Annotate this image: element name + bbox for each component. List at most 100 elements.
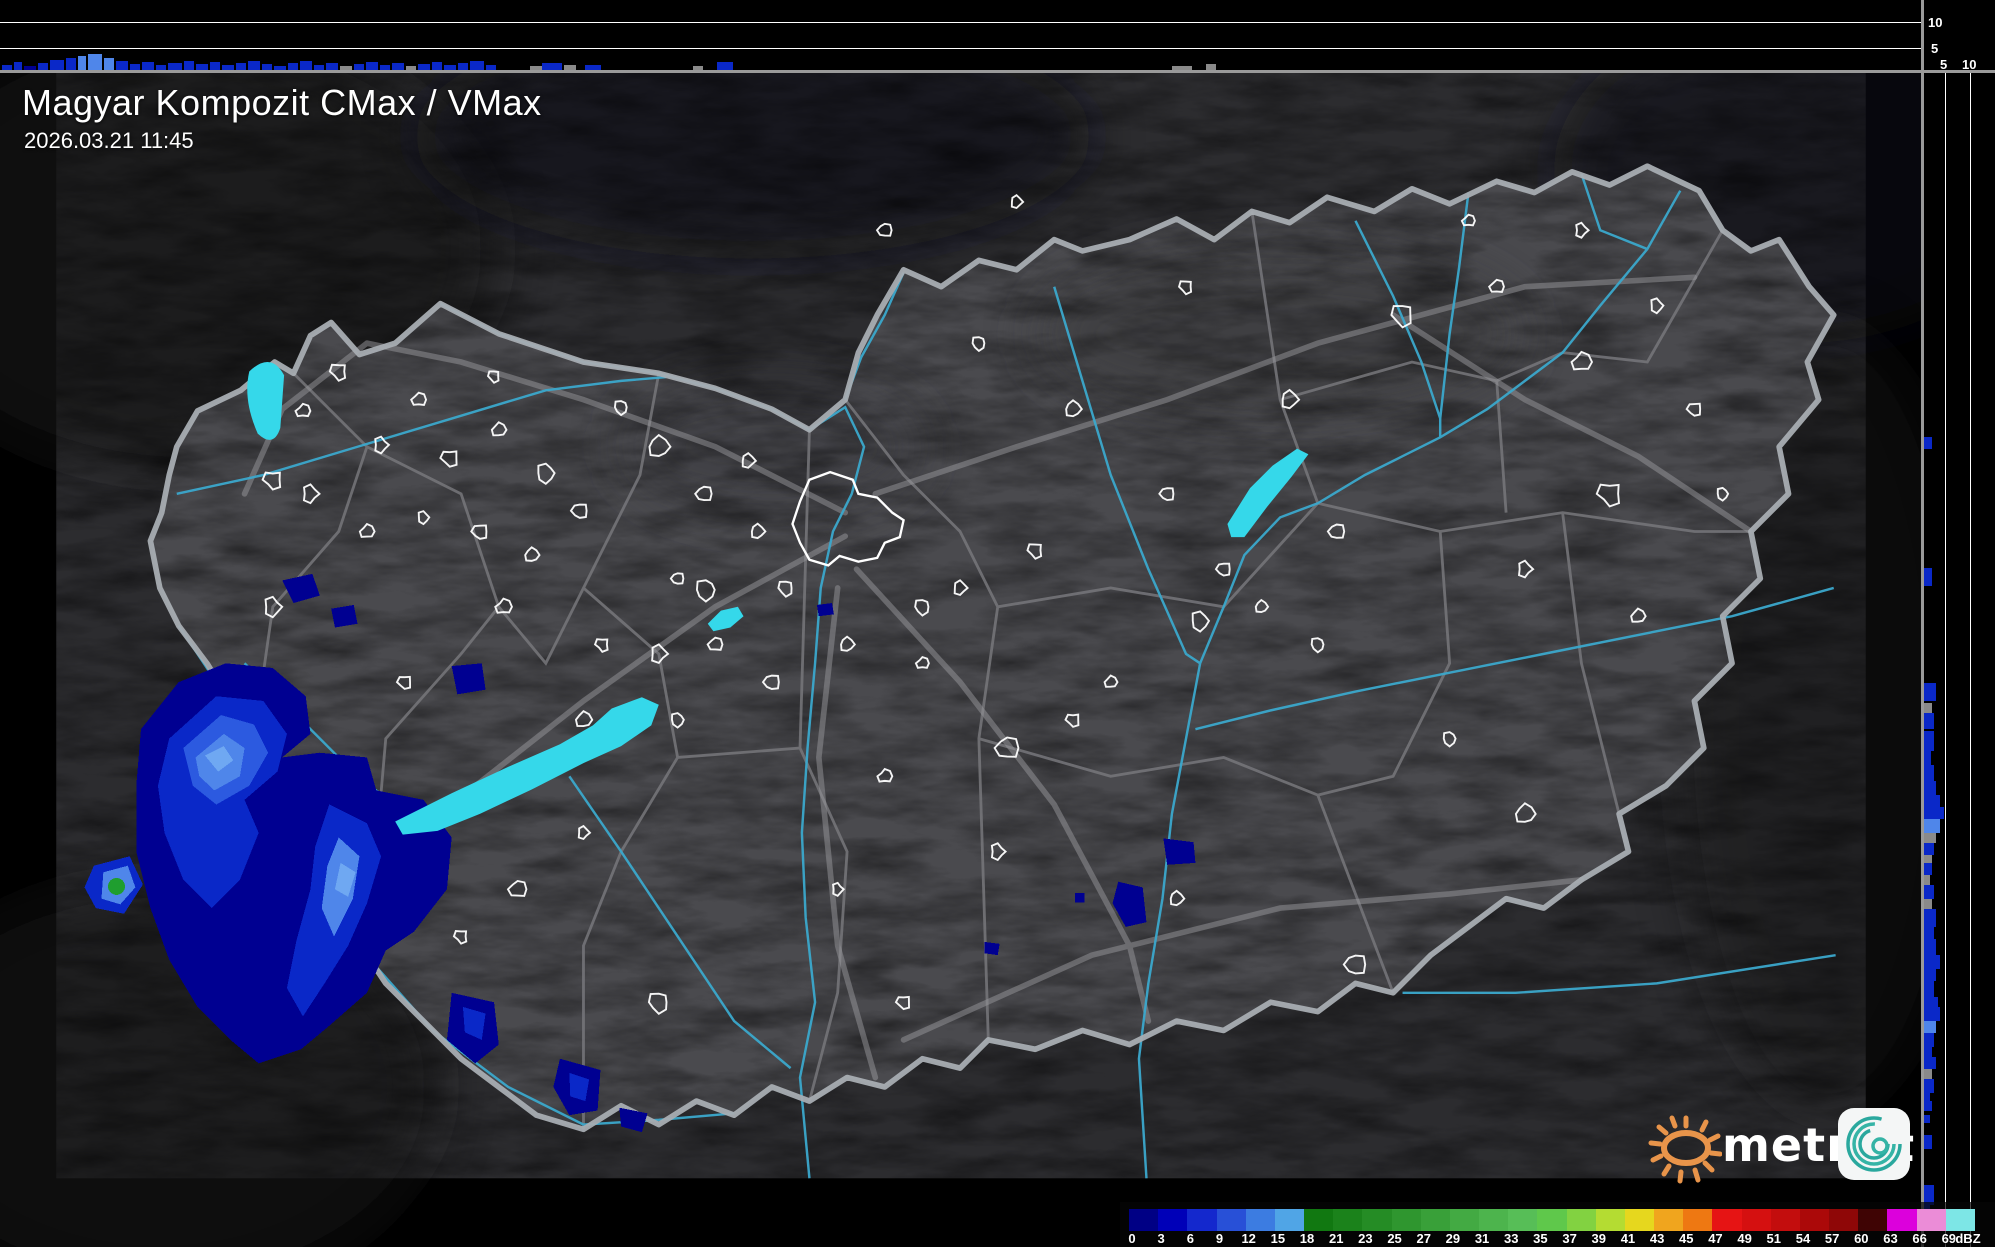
legend-tick-label: 29 xyxy=(1445,1231,1461,1246)
legend-tick-label: 69 xyxy=(1941,1231,1957,1246)
legend-tick-label: 35 xyxy=(1533,1231,1548,1246)
legend-tick-label: 23 xyxy=(1358,1231,1373,1246)
right-strip-bar xyxy=(1924,1135,1932,1149)
legend-tick-label: 49 xyxy=(1737,1231,1752,1246)
top-axis-tick-5: 5 xyxy=(1931,41,1939,56)
strip-baseline-vertical xyxy=(1921,0,1924,1247)
right-strip-bar xyxy=(1924,833,1936,843)
right-strip-bar xyxy=(1924,1093,1930,1101)
legend-block xyxy=(1333,1209,1363,1231)
legend-block xyxy=(1479,1209,1509,1231)
legend-tick-label: 21 xyxy=(1328,1231,1344,1246)
legend-tick-label: 6 xyxy=(1186,1231,1194,1246)
legend-block xyxy=(1916,1209,1946,1231)
legend-tick-label: 27 xyxy=(1416,1231,1431,1246)
top-strip-bar xyxy=(432,62,442,70)
legend-tick-label: 18 xyxy=(1299,1231,1315,1246)
legend-tick-label: 43 xyxy=(1649,1231,1665,1246)
right-strip-bar xyxy=(1924,855,1932,863)
legend-block xyxy=(1304,1209,1334,1231)
top-strip-bar xyxy=(142,62,154,70)
top-strip-bar xyxy=(248,61,260,70)
legend-tick-label: 41 xyxy=(1620,1231,1636,1246)
right-strip-bar xyxy=(1924,807,1944,819)
right-strip-bar xyxy=(1924,795,1940,807)
radar-screenshot: { "header": { "title": "Magyar Kompozit … xyxy=(0,0,1995,1247)
top-strip-bar xyxy=(38,63,48,70)
top-strip-bar xyxy=(300,61,312,70)
echo-nw2 xyxy=(331,604,358,628)
right-strip-bar xyxy=(1924,751,1931,765)
legend-tick-label: 45 xyxy=(1679,1231,1694,1246)
right-gridline-5 xyxy=(1945,73,1946,1247)
top-strip-bar xyxy=(50,60,64,70)
legend-tick-label: 25 xyxy=(1387,1231,1402,1246)
right-strip-bar xyxy=(1924,1021,1936,1033)
top-axis-tick-10: 10 xyxy=(1928,15,1943,30)
top-strip-bar xyxy=(542,63,562,70)
timestamp: 2026.03.21 11:45 xyxy=(24,128,194,153)
right-strip-bar xyxy=(1924,1057,1936,1069)
legend-block xyxy=(1829,1209,1859,1231)
right-strip-bar xyxy=(1924,997,1938,1007)
echo-e4 xyxy=(984,941,1000,956)
top-strip-bar xyxy=(366,62,378,70)
legend-block xyxy=(1741,1209,1771,1231)
legend-block xyxy=(1770,1209,1800,1231)
legend-tick-label: 9 xyxy=(1215,1231,1224,1246)
strip-baseline-horizontal xyxy=(0,70,1995,73)
top-strip-bar xyxy=(104,58,114,70)
right-strip-bar xyxy=(1924,703,1932,713)
legend-block xyxy=(1158,1209,1188,1231)
dbz-legend: 0 3 6 9 12 15 18 21 23 25 27 29 31 33 35 37 39 41 43 45 47 49… xyxy=(1120,1202,1995,1247)
legend-tick-label: 15 xyxy=(1270,1231,1286,1246)
legend-block xyxy=(1595,1209,1625,1231)
right-strip-bar xyxy=(1924,1101,1932,1111)
legend-block xyxy=(1420,1209,1450,1231)
right-gridline-10 xyxy=(1970,73,1971,1247)
top-strip-bar xyxy=(14,62,22,70)
legend-tick-label: 37 xyxy=(1562,1231,1577,1246)
top-strip-bar xyxy=(88,54,102,70)
legend-tick-label: 63 xyxy=(1883,1231,1898,1246)
right-strip-bar xyxy=(1924,909,1936,927)
top-strip-bar xyxy=(392,63,404,70)
right-strip-bar xyxy=(1924,437,1932,449)
legend-color-scale xyxy=(1129,1209,1975,1231)
legend-block xyxy=(1391,1209,1421,1231)
echo-green-core xyxy=(108,877,125,895)
right-strip-bar xyxy=(1924,875,1930,885)
right-strip-bar xyxy=(1924,927,1934,939)
echo-bp xyxy=(816,603,834,617)
echo-e3 xyxy=(1074,893,1085,903)
legend-block xyxy=(1508,1209,1538,1231)
right-strip-bar xyxy=(1924,765,1934,781)
legend-tick-label: 66 xyxy=(1912,1231,1927,1246)
legend-block xyxy=(1274,1209,1305,1231)
right-strip-bar xyxy=(1924,955,1940,969)
legend-block xyxy=(1654,1209,1684,1231)
right-strip-bar xyxy=(1924,885,1934,899)
legend-tick-label: 0 xyxy=(1128,1231,1136,1246)
legend-tick-label: 51 xyxy=(1766,1231,1782,1246)
top-strip-bar xyxy=(78,56,86,70)
page-title: Magyar Kompozit CMax / VMax xyxy=(22,82,542,123)
right-axis-tick-10: 10 xyxy=(1962,57,1977,72)
top-strip-bar xyxy=(470,61,484,70)
top-strip-bar xyxy=(210,62,220,70)
legend-block xyxy=(1245,1209,1275,1231)
right-strip-bar xyxy=(1924,981,1934,997)
legend-tick-label: 47 xyxy=(1708,1231,1723,1246)
legend-block xyxy=(1449,1209,1480,1231)
right-strip-bar xyxy=(1924,939,1936,955)
right-strip-bar xyxy=(1924,843,1934,855)
top-gridline-5 xyxy=(0,48,1922,49)
top-gridline-10 xyxy=(0,22,1922,23)
right-strip-bar xyxy=(1924,1007,1940,1021)
radar-map xyxy=(0,73,1922,1247)
top-strip-bar xyxy=(184,61,194,70)
legend-block xyxy=(1858,1209,1888,1231)
legend-block xyxy=(1799,1209,1830,1231)
legend-tick-label: 60 xyxy=(1854,1231,1869,1246)
right-strip-bar xyxy=(1924,1069,1932,1079)
